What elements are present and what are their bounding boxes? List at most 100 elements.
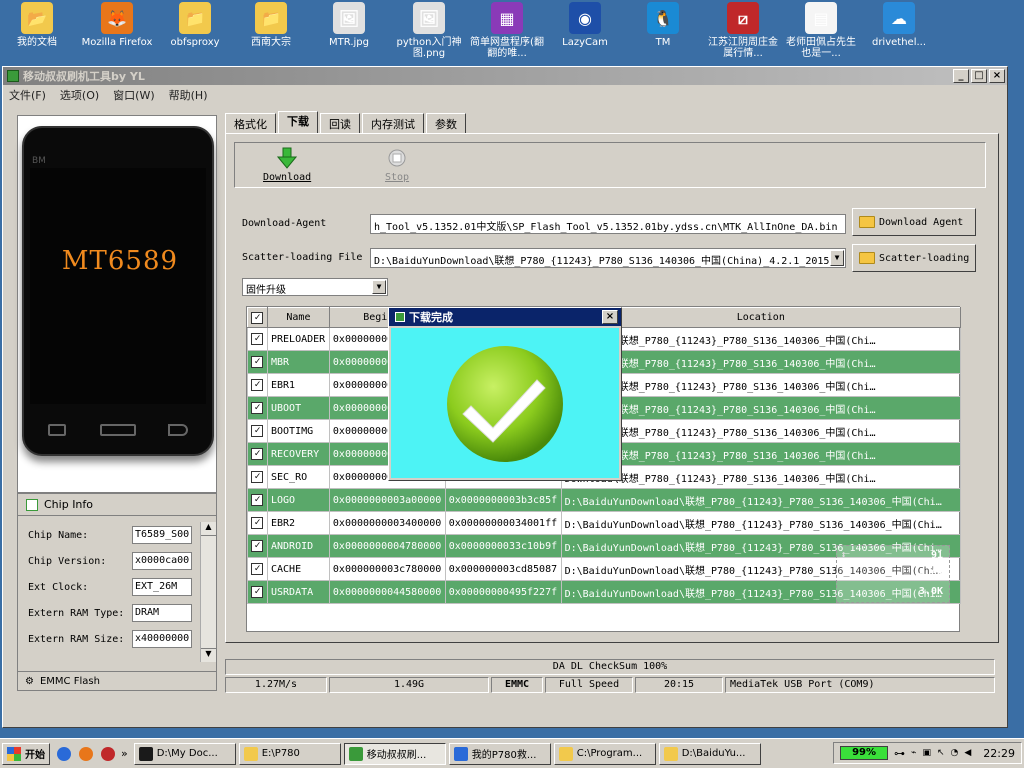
net-upload-rate: 4.0K [918,568,943,579]
row-checkbox[interactable]: ✓ [247,373,268,397]
battery-indicator[interactable]: 99% [840,746,889,760]
task-label: E:\P780 [261,748,300,759]
desktop-icon[interactable]: ▤ 老师田佩占先生也是一... [784,2,858,59]
download-button[interactable]: Download [263,147,311,183]
chevron-down-icon[interactable]: ▼ [830,250,844,266]
desktop-icon[interactable]: ◉ LazyCam [548,2,622,48]
taskbar-task-button[interactable]: C:\Program... [553,742,656,765]
tab-memory-test[interactable]: 内存测试 [362,113,424,133]
menu-window[interactable]: 窗口(W) [113,87,154,103]
table-row[interactable]: ✓ EBR2 0x0000000003400000 0x00000000034001f… [247,511,962,535]
download-agent-field[interactable]: h_Tool_v5.1352.01中文版\SP_Flash_Tool_v5.13… [370,214,846,234]
row-checkbox[interactable]: ✓ [247,488,268,512]
pointer-icon[interactable]: ↖ [937,748,945,758]
chip-info-header[interactable]: Chip Info [18,494,216,516]
tab-download[interactable]: 下载 [278,111,318,133]
network-icon[interactable]: ▣ [922,748,931,758]
transfer-speed: 1.27M/s [225,677,327,693]
select-all-checkbox[interactable]: ✓ [247,307,268,328]
desktop-icon[interactable]: 🖼 python入门神图.png [392,2,466,59]
folder-icon [859,252,875,264]
stop-button[interactable]: Stop [385,147,409,183]
close-button[interactable]: × [989,69,1005,83]
cell-end: 0x000000003cd85087 [444,557,562,581]
task-app-icon [348,746,363,761]
phone-preview-panel: BM MT6589 [17,115,217,493]
col-name[interactable]: Name [266,307,330,328]
network-monitor-widget[interactable]: ↕ 91 4.0K 3.0K [836,545,950,603]
tab-readback[interactable]: 回读 [320,113,360,133]
row-checkbox[interactable]: ✓ [247,419,268,443]
dialog-close-button[interactable]: × [602,310,618,324]
scroll-up-icon[interactable]: ▲ [201,522,216,536]
row-checkbox[interactable]: ✓ [247,327,268,351]
desktop-icon[interactable]: ☁ drivethel... [862,2,936,48]
chip-info-title: Chip Info [44,498,94,511]
row-checkbox[interactable]: ✓ [247,534,268,558]
taskbar-task-button[interactable]: 我的P780救... [448,742,551,765]
cell-name: UBOOT [266,396,330,420]
minimize-button[interactable]: _ [953,69,969,83]
wifi-icon[interactable]: ◔ [951,748,959,758]
menu-help[interactable]: 帮助(H) [169,87,208,103]
dialog-titlebar[interactable]: 下载完成 × [389,308,621,326]
quicklaunch-ie-icon[interactable] [57,746,71,761]
quicklaunch-firefox-icon[interactable] [101,746,115,761]
row-checkbox[interactable]: ✓ [247,350,268,374]
stop-label: Stop [385,172,410,183]
desktop-icon[interactable]: 🖼 MTR.jpg [312,2,386,48]
desktop-icon[interactable]: 📁 obfsproxy [158,2,232,48]
row-checkbox[interactable]: ✓ [247,511,268,535]
tab-format[interactable]: 格式化 [225,113,276,133]
taskbar-task-button[interactable]: D:\My Doc... [133,742,236,765]
chevron-down-icon[interactable]: ▼ [372,280,386,294]
desktop-icon[interactable]: 📂 我的文档 [0,2,74,48]
check-icon: ✓ [251,425,264,437]
start-button[interactable]: 开始 [2,742,50,765]
usb-icon[interactable]: ⌁ [911,748,916,758]
maximize-button[interactable]: □ [971,69,987,83]
desktop-app-icon: ◉ [569,2,601,34]
chip-info-value: x40000000 [132,630,192,648]
cell-name: CACHE [266,557,330,581]
chip-info-scrollbar[interactable]: ▲ ▼ [200,522,216,662]
phone-brand: BM [32,156,46,166]
desktop-icon[interactable]: 🐧 TM [626,2,700,48]
scroll-down-icon[interactable]: ▼ [201,648,216,662]
desktop-icon[interactable]: 📁 西南大宗 [234,2,308,48]
download-agent-button[interactable]: Download Agent [852,208,976,236]
desktop-icon[interactable]: ⧄ 江苏江阴周庄金属行情... [706,2,780,59]
row-checkbox[interactable]: ✓ [247,580,268,604]
row-checkbox[interactable]: ✓ [247,396,268,420]
taskbar-task-button[interactable]: D:\BaiduYu... [658,742,761,765]
taskbar-task-button[interactable]: E:\P780 [238,742,341,765]
mode-select[interactable]: 固件升级 ▼ [242,278,388,296]
storage-type: EMMC [491,677,543,693]
cell-name: RECOVERY [266,442,330,466]
menu-options[interactable]: 选项(O) [60,87,99,103]
quicklaunch-browser-icon[interactable] [79,746,93,761]
tab-parameters[interactable]: 参数 [426,113,466,133]
emmc-flash-section[interactable]: ⚙ EMMC Flash [17,671,217,691]
desktop-icons: 📂 我的文档 🦊 Mozilla Firefox 📁 obfsproxy 📁 西南大宗 🖼 MTR… [0,0,1024,66]
desktop-app-icon: 🦊 [101,2,133,34]
table-row[interactable]: ✓ LOGO 0x0000000003a00000 0x0000000003b3c85… [247,488,962,512]
power-plug-icon[interactable]: ⊶ [894,747,905,760]
task-app-icon [558,746,573,761]
taskbar-task-button[interactable]: 移动叔叔刷... [343,742,446,765]
volume-icon[interactable]: ◀ [964,748,971,758]
battery-percent: 99% [852,747,876,758]
desktop-icon[interactable]: 🦊 Mozilla Firefox [80,2,154,48]
quicklaunch-more-icon[interactable]: » [121,747,128,760]
gear-icon: ⚙ [25,676,34,687]
row-checkbox[interactable]: ✓ [247,465,268,489]
menu-file[interactable]: 文件(F) [9,87,46,103]
download-agent-label: Download-Agent [242,218,327,229]
scatter-loading-dropdown[interactable]: D:\BaiduYunDownload\联想_P780_{11243}_P780… [370,248,846,268]
row-checkbox[interactable]: ✓ [247,557,268,581]
scatter-loading-button[interactable]: Scatter-loading [852,244,976,272]
row-checkbox[interactable]: ✓ [247,442,268,466]
window-titlebar[interactable]: 移动叔叔刷机工具by YL _ □ × [3,67,1007,85]
desktop-icon[interactable]: ▦ 简单网盘程序(翻翻的唯... [470,2,544,59]
cell-name: SEC_RO [266,465,330,489]
